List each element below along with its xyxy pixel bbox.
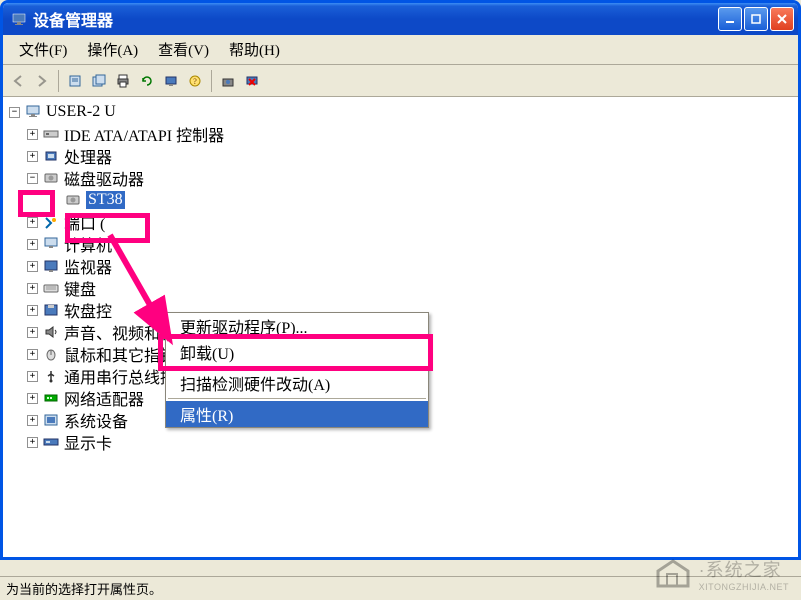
expand-icon[interactable]: + <box>27 129 38 140</box>
device-manager-window: 设备管理器 文件(F) 操作(A) 查看(V) 帮助(H) ? − USER-2 <box>0 0 801 560</box>
properties2-button[interactable] <box>88 70 110 92</box>
app-icon <box>11 11 27 27</box>
statusbar: 为当前的选择打开属性页。 <box>0 576 801 600</box>
expand-icon[interactable]: + <box>27 305 38 316</box>
refresh-button[interactable] <box>136 70 158 92</box>
ports-icon <box>42 214 60 230</box>
keyboard-icon <box>42 280 60 296</box>
node-label: USER-2 U <box>46 103 116 121</box>
menu-separator <box>168 398 426 399</box>
monitor-icon <box>42 258 60 274</box>
uninstall-button[interactable] <box>241 70 263 92</box>
minimize-button[interactable] <box>718 7 742 31</box>
node-label: 计算机 <box>64 232 112 256</box>
system-icon <box>42 412 60 428</box>
node-label: 磁盘驱动器 <box>64 166 144 190</box>
expand-icon[interactable]: + <box>27 283 38 294</box>
tree-node-disk-child[interactable]: ST38 <box>5 189 796 211</box>
cm-update-driver[interactable]: 更新驱动程序(P)... <box>166 313 428 339</box>
tree-node-cpu[interactable]: + 处理器 <box>5 145 796 167</box>
expand-icon[interactable]: + <box>27 349 38 360</box>
node-label: 网络适配器 <box>64 386 144 410</box>
node-label: IDE ATA/ATAPI 控制器 <box>64 122 224 146</box>
expand-icon[interactable]: + <box>27 239 38 250</box>
expand-icon[interactable]: + <box>27 151 38 162</box>
toolbar: ? <box>3 65 798 97</box>
node-label-selected: ST38 <box>86 191 125 209</box>
expand-icon[interactable]: + <box>27 371 38 382</box>
properties-button[interactable] <box>64 70 86 92</box>
tree-node-computer[interactable]: + 计算机 <box>5 233 796 255</box>
tree-view[interactable]: − USER-2 U + IDE ATA/ATAPI 控制器 + 处理器 − 磁… <box>3 97 798 557</box>
forward-button <box>31 70 53 92</box>
window-title: 设备管理器 <box>33 7 718 31</box>
titlebar[interactable]: 设备管理器 <box>3 3 798 35</box>
status-text: 为当前的选择打开属性页。 <box>6 579 162 598</box>
maximize-button[interactable] <box>744 7 768 31</box>
expand-icon[interactable]: + <box>27 415 38 426</box>
tree-node-disk[interactable]: − 磁盘驱动器 <box>5 167 796 189</box>
tree-node-monitor[interactable]: + 监视器 <box>5 255 796 277</box>
toolbar-separator <box>211 70 212 92</box>
ide-icon <box>42 126 60 142</box>
menu-view[interactable]: 查看(V) <box>148 35 219 64</box>
help-button[interactable]: ? <box>184 70 206 92</box>
menu-separator <box>168 367 426 368</box>
back-button <box>7 70 29 92</box>
cm-uninstall[interactable]: 卸载(U) <box>166 339 428 365</box>
node-label: 键盘 <box>64 276 96 300</box>
node-label: 系统设备 <box>64 408 128 432</box>
tree-node-display[interactable]: + 显示卡 <box>5 431 796 453</box>
cm-properties[interactable]: 属性(R) <box>166 401 428 427</box>
tree-node-ports[interactable]: + 端口 ( <box>5 211 796 233</box>
network-icon <box>42 390 60 406</box>
computer-icon <box>24 104 42 120</box>
node-label: 端口 ( <box>64 210 105 234</box>
tree-root[interactable]: − USER-2 U <box>5 101 796 123</box>
expand-icon[interactable]: + <box>27 393 38 404</box>
display-icon <box>42 434 60 450</box>
tree-node-ide[interactable]: + IDE ATA/ATAPI 控制器 <box>5 123 796 145</box>
tree-node-keyboard[interactable]: + 键盘 <box>5 277 796 299</box>
scan-button[interactable] <box>160 70 182 92</box>
disk-icon <box>64 192 82 208</box>
expand-icon[interactable]: + <box>27 437 38 448</box>
print-button[interactable] <box>112 70 134 92</box>
collapse-icon[interactable]: − <box>27 173 38 184</box>
window-controls <box>718 7 794 31</box>
floppy-icon <box>42 302 60 318</box>
toolbar-separator <box>58 70 59 92</box>
expand-icon[interactable]: + <box>27 327 38 338</box>
menubar: 文件(F) 操作(A) 查看(V) 帮助(H) <box>3 35 798 65</box>
update-button[interactable] <box>217 70 239 92</box>
expand-icon[interactable]: + <box>27 261 38 272</box>
usb-icon <box>42 368 60 384</box>
cpu-icon <box>42 148 60 164</box>
expand-icon[interactable]: + <box>27 217 38 228</box>
menu-file[interactable]: 文件(F) <box>9 35 77 64</box>
svg-text:?: ? <box>193 77 197 86</box>
close-button[interactable] <box>770 7 794 31</box>
node-label: 显示卡 <box>64 430 112 454</box>
sound-icon <box>42 324 60 340</box>
disk-icon <box>42 170 60 186</box>
node-label: 监视器 <box>64 254 112 278</box>
cm-scan-hardware[interactable]: 扫描检测硬件改动(A) <box>166 370 428 396</box>
menu-action[interactable]: 操作(A) <box>77 35 148 64</box>
collapse-icon[interactable]: − <box>9 107 20 118</box>
computer-icon <box>42 236 60 252</box>
node-label: 处理器 <box>64 144 112 168</box>
menu-help[interactable]: 帮助(H) <box>219 35 290 64</box>
node-label: 软盘控 <box>64 298 112 322</box>
mouse-icon <box>42 346 60 362</box>
context-menu: 更新驱动程序(P)... 卸载(U) 扫描检测硬件改动(A) 属性(R) <box>165 312 429 428</box>
